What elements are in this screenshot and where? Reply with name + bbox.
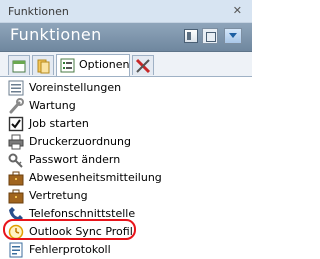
tab-options[interactable]: Optionen: [56, 54, 130, 76]
list-settings-icon: [8, 80, 24, 96]
document-icon: [12, 60, 26, 73]
list-item-druckerzuordnung[interactable]: Druckerzuordnung: [8, 133, 248, 151]
window-close-icon[interactable]: ✕: [233, 4, 242, 17]
window-title: Funktionen: [8, 5, 69, 18]
list-item-label: Druckerzuordnung: [29, 135, 131, 148]
folder-icon: [37, 59, 50, 74]
tools-icon: [135, 58, 151, 74]
window-titlebar: Funktionen ✕: [0, 0, 252, 23]
tab-strip: Optionen: [0, 52, 252, 77]
list-item-label: Wartung: [29, 99, 76, 112]
tab-folders[interactable]: [32, 55, 54, 75]
panel-menu-chevron-icon[interactable]: [224, 28, 242, 44]
log-icon: [9, 242, 23, 258]
panel-title: Funktionen: [10, 25, 102, 44]
list-item-passwort-aendern[interactable]: Passwort ändern: [8, 151, 248, 169]
list-item-label: Job starten: [29, 117, 89, 130]
briefcase-icon: [8, 189, 24, 204]
list-item-fehlerprotokoll[interactable]: Fehlerprotokoll: [8, 241, 248, 259]
printer-icon: [8, 134, 24, 150]
dock-left-icon[interactable]: [184, 29, 198, 43]
list-item-label: Passwort ändern: [29, 153, 121, 166]
briefcase-icon: [8, 171, 24, 186]
tab-documents[interactable]: [8, 55, 30, 75]
panel-header: Funktionen: [0, 23, 252, 52]
list-item-label: Fehlerprotokoll: [29, 243, 111, 256]
wrench-icon: [9, 98, 24, 114]
list-item-wartung[interactable]: Wartung: [8, 97, 248, 115]
list-item-job-starten[interactable]: Job starten: [8, 115, 248, 133]
tab-options-label: Optionen: [79, 58, 130, 71]
list-item-abwesenheitsmitteilung[interactable]: Abwesenheitsmitteilung: [8, 169, 248, 187]
checkbox-icon: [8, 116, 24, 132]
list-item-vertretung[interactable]: Vertretung: [8, 187, 248, 205]
list-item-voreinstellungen[interactable]: Voreinstellungen: [8, 79, 248, 97]
tab-tools[interactable]: [132, 55, 154, 75]
key-icon: [8, 153, 23, 168]
list-item-label: Vertretung: [29, 189, 88, 202]
list-item-label: Voreinstellungen: [29, 81, 122, 94]
functions-window: Funktionen ✕ Funktionen Optionen Voreins…: [0, 0, 252, 258]
list-item-label: Abwesenheitsmitteilung: [29, 171, 162, 184]
options-list-icon: [60, 58, 75, 73]
highlight-annotation: [3, 219, 136, 240]
maximize-icon[interactable]: [202, 28, 218, 44]
